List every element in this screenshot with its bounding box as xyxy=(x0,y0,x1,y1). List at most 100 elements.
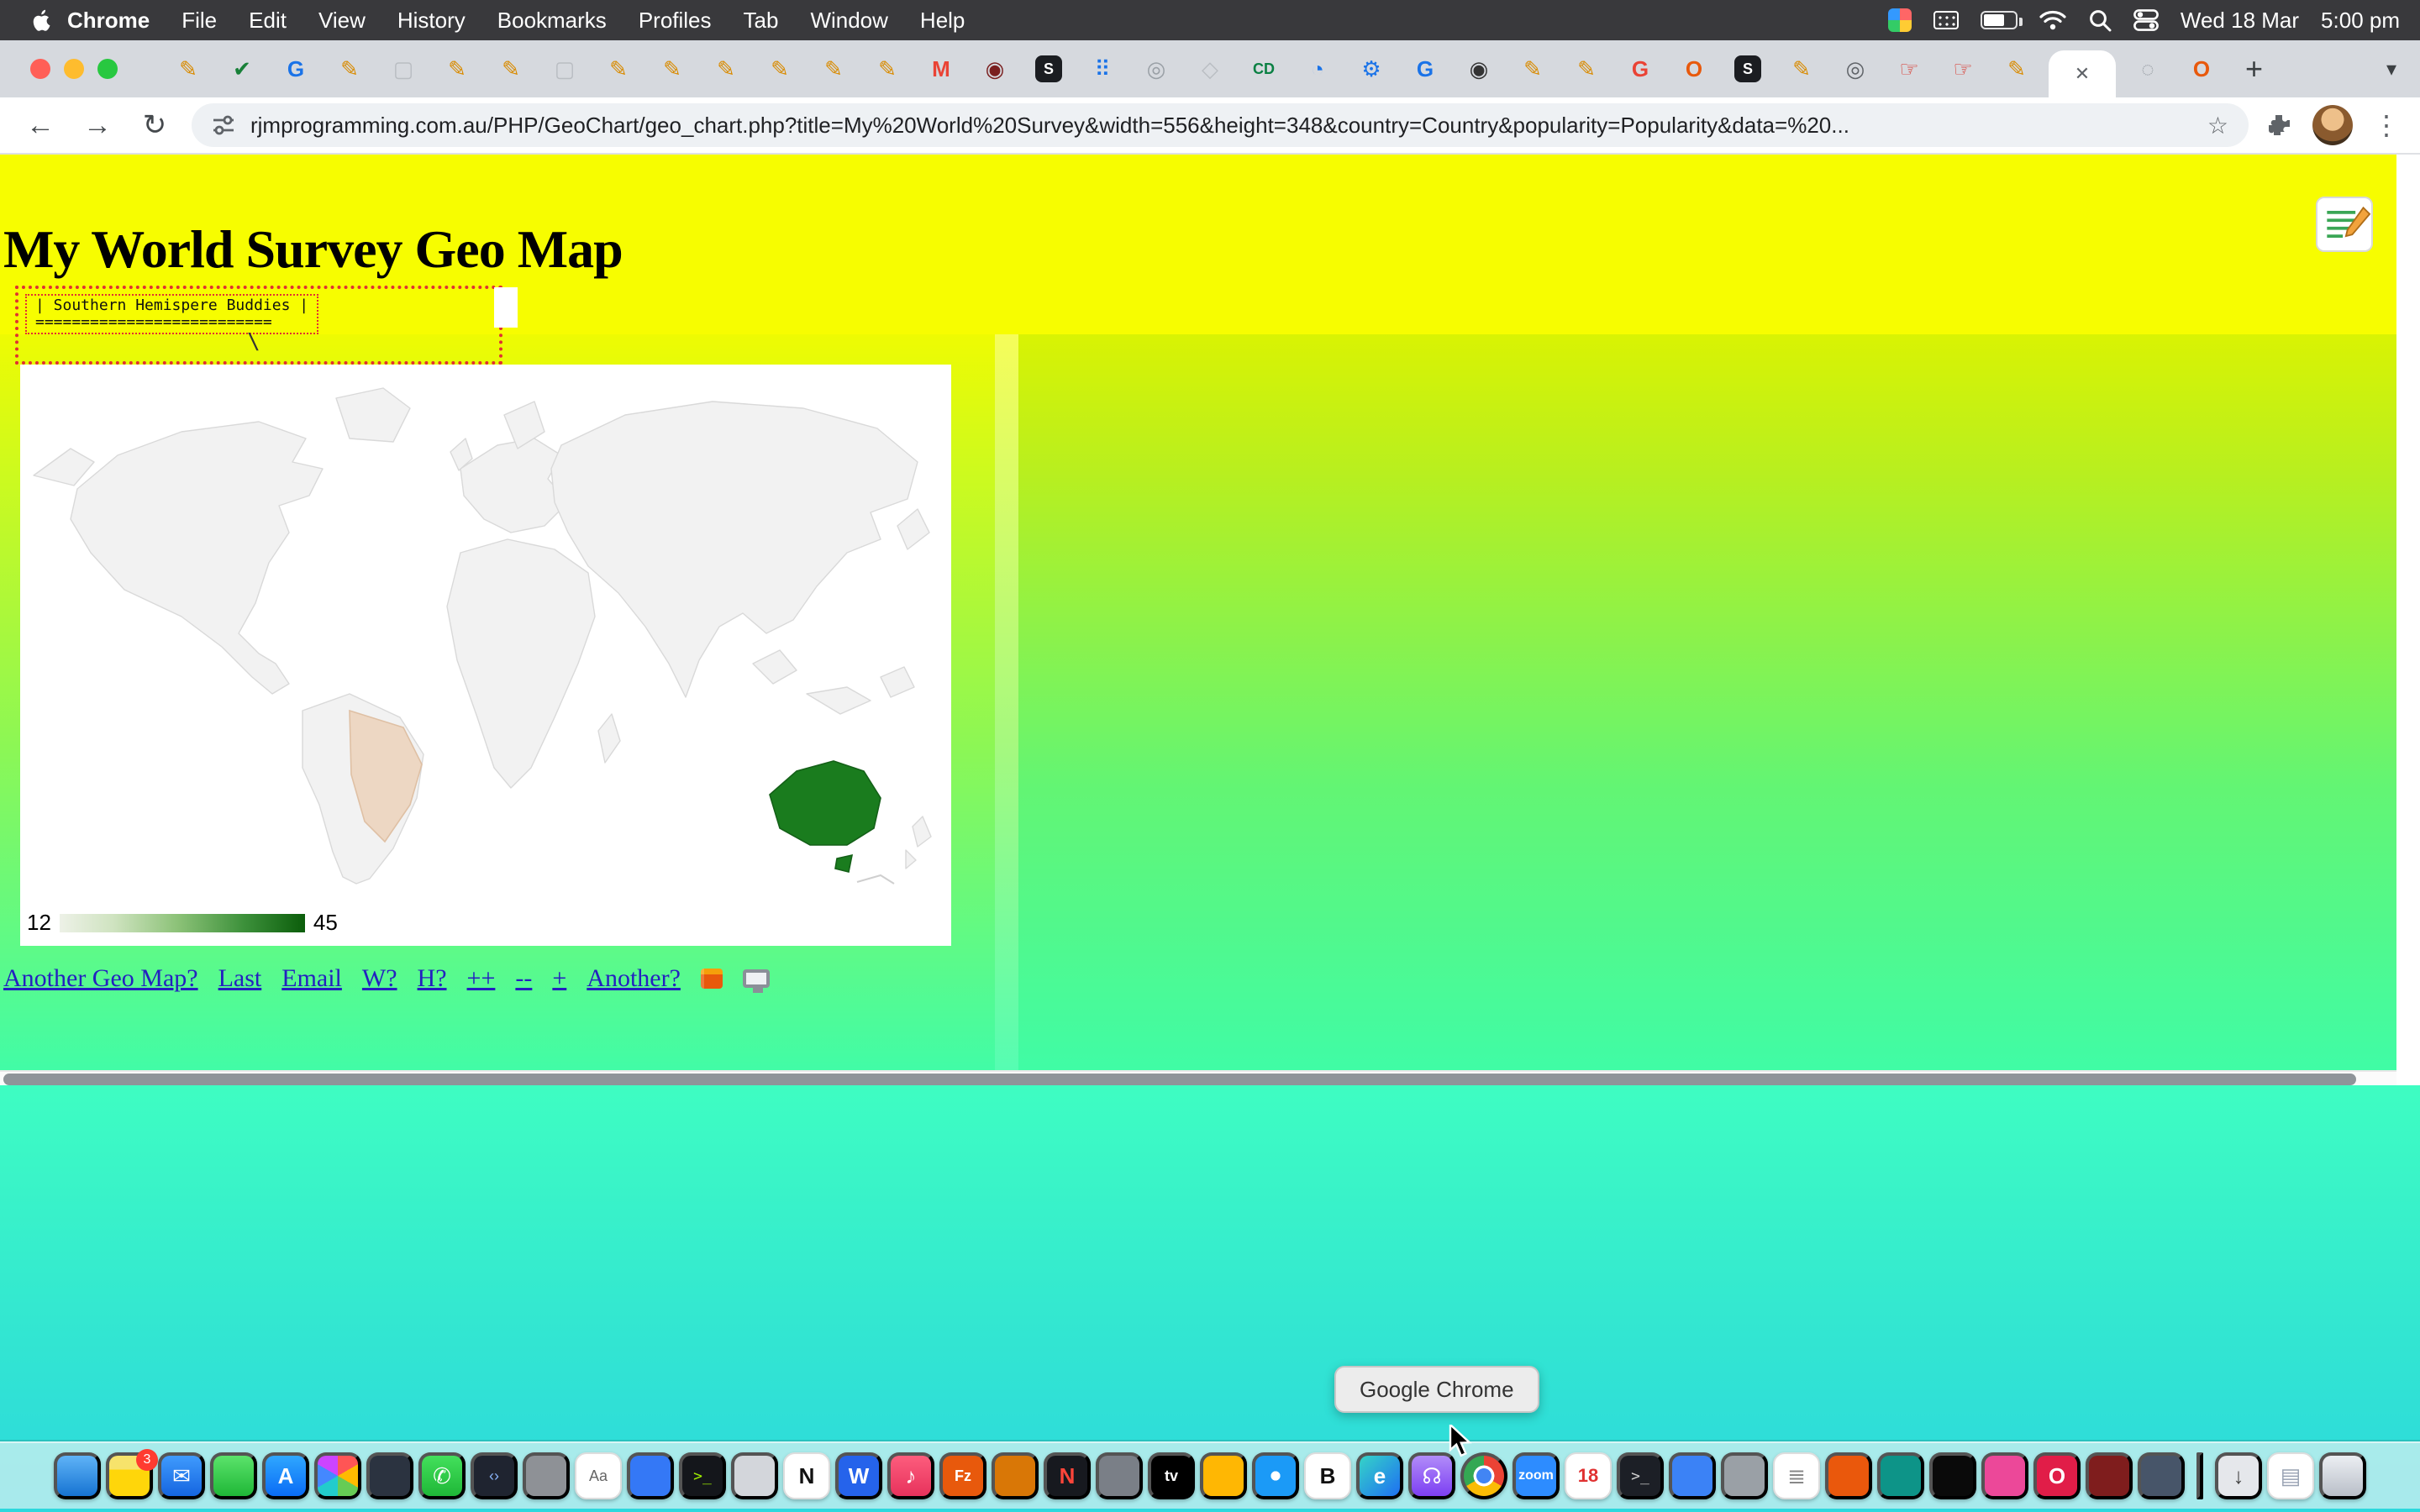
menu-item[interactable]: Bookmarks xyxy=(497,8,607,34)
extensions-puzzle-icon[interactable] xyxy=(2265,112,2292,139)
browser-tab[interactable]: ✔ xyxy=(215,40,269,97)
dock-icon[interactable]: ♪ xyxy=(887,1452,934,1499)
browser-tab[interactable]: O xyxy=(2175,40,2228,97)
battery-icon[interactable] xyxy=(1981,11,2018,29)
dock-icon[interactable] xyxy=(1460,1452,1507,1499)
dock-icon[interactable] xyxy=(523,1452,570,1499)
site-info-tune-icon[interactable] xyxy=(212,113,235,137)
dock-icon[interactable] xyxy=(2086,1452,2133,1499)
dock-icon[interactable]: Fz xyxy=(939,1452,986,1499)
dock-icon[interactable] xyxy=(1252,1452,1299,1499)
page-link[interactable]: -- xyxy=(515,964,532,993)
control-center-icon[interactable] xyxy=(2133,9,2159,31)
browser-tab[interactable]: G xyxy=(269,40,323,97)
dock-icon[interactable]: B xyxy=(1304,1452,1351,1499)
browser-tab[interactable]: ☞ xyxy=(1936,40,1990,97)
dock-icon[interactable] xyxy=(2138,1452,2185,1499)
dock-icon[interactable]: N xyxy=(783,1452,830,1499)
url-text[interactable]: rjmprogramming.com.au/PHP/GeoChart/geo_c… xyxy=(250,113,2192,139)
bookmark-star-icon[interactable]: ☆ xyxy=(2207,112,2228,139)
menubar-app-icon[interactable] xyxy=(1888,8,1912,32)
dock-icon[interactable]: 18 xyxy=(1565,1452,1612,1499)
browser-tab[interactable]: ◉ xyxy=(1452,40,1506,97)
browser-tab[interactable]: ✎ xyxy=(645,40,699,97)
dock-icon[interactable]: ✆ xyxy=(418,1452,466,1499)
memo-note-icon[interactable] xyxy=(2316,197,2373,252)
monitor-icon[interactable] xyxy=(743,969,770,988)
browser-tab[interactable]: ✎ xyxy=(161,40,215,97)
country-tasmania[interactable] xyxy=(835,855,852,872)
page-link[interactable]: Email xyxy=(281,964,342,993)
dock-icon[interactable] xyxy=(731,1452,778,1499)
dock-icon[interactable] xyxy=(1669,1452,1716,1499)
page-link[interactable]: Another? xyxy=(587,964,681,993)
forward-button[interactable]: → xyxy=(77,109,118,142)
dock-icon[interactable]: zoom xyxy=(1512,1452,1560,1499)
browser-tab[interactable]: ✎ xyxy=(430,40,484,97)
dock-icon[interactable]: 3 xyxy=(106,1452,153,1499)
new-tab-button[interactable]: + xyxy=(2245,51,2263,87)
dock-icon[interactable]: A xyxy=(262,1452,309,1499)
browser-tab[interactable]: M xyxy=(914,40,968,97)
dock-icon[interactable]: ☊ xyxy=(1408,1452,1455,1499)
dock-icon[interactable]: ↓ xyxy=(2215,1452,2262,1499)
dock-icon[interactable]: ‹› xyxy=(471,1452,518,1499)
menu-item[interactable]: Window xyxy=(810,8,887,34)
menubar-date[interactable]: Wed 18 Mar xyxy=(2181,8,2299,34)
browser-tab[interactable]: ◔ xyxy=(1291,40,1344,97)
browser-tab[interactable]: ✎ xyxy=(1560,40,1613,97)
dock-icon[interactable]: >_ xyxy=(679,1452,726,1499)
browser-tab[interactable]: S xyxy=(1721,40,1775,97)
dock-icon[interactable] xyxy=(366,1452,413,1499)
dock-icon[interactable] xyxy=(54,1452,101,1499)
dock-icon[interactable] xyxy=(1981,1452,2028,1499)
browser-tab[interactable]: ✎ xyxy=(807,40,860,97)
browser-tab[interactable]: G xyxy=(1613,40,1667,97)
dock-icon[interactable]: ▤ xyxy=(2267,1452,2314,1499)
reload-button[interactable]: ↻ xyxy=(134,108,175,142)
dock-icon[interactable] xyxy=(2319,1452,2366,1499)
menu-item[interactable]: History xyxy=(397,8,466,34)
browser-tab[interactable]: ⠿ xyxy=(1076,40,1129,97)
page-link[interactable]: Another Geo Map? xyxy=(3,964,198,993)
apple-logo-icon[interactable] xyxy=(30,8,54,32)
dock-icon[interactable] xyxy=(314,1452,361,1499)
menu-item[interactable]: View xyxy=(318,8,366,34)
horizontal-scrollbar-thumb[interactable] xyxy=(3,1074,2356,1085)
menu-item[interactable]: Help xyxy=(920,8,965,34)
browser-tab[interactable]: CD xyxy=(1237,40,1291,97)
dock-icon[interactable] xyxy=(1929,1452,1976,1499)
browser-tab[interactable]: ▢ xyxy=(376,40,430,97)
dock-icon[interactable] xyxy=(210,1452,257,1499)
page-link[interactable]: ++ xyxy=(467,964,496,993)
vertical-scrollbar-gutter[interactable] xyxy=(2396,155,2420,1085)
browser-tab[interactable]: ✎ xyxy=(1506,40,1560,97)
dock-icon[interactable] xyxy=(1825,1452,1872,1499)
browser-tab[interactable]: ☞ xyxy=(1882,40,1936,97)
dock-icon[interactable] xyxy=(1721,1452,1768,1499)
dock-icon[interactable] xyxy=(1200,1452,1247,1499)
menu-item[interactable]: Profiles xyxy=(639,8,712,34)
dock-icon[interactable]: ✉ xyxy=(158,1452,205,1499)
active-tab[interactable]: ✕ xyxy=(2049,50,2116,97)
dock-icon[interactable] xyxy=(1096,1452,1143,1499)
profile-avatar[interactable] xyxy=(2312,105,2353,145)
menu-item[interactable]: Chrome xyxy=(67,8,150,34)
window-close-button[interactable] xyxy=(30,59,50,79)
book-icon[interactable] xyxy=(701,969,723,989)
browser-tab[interactable]: ◌ xyxy=(2121,40,2175,97)
menu-item[interactable]: File xyxy=(182,8,217,34)
tab-overflow-chevron-icon[interactable]: ▾ xyxy=(2386,40,2396,97)
browser-tab[interactable]: ◇ xyxy=(1183,40,1237,97)
window-zoom-button[interactable] xyxy=(97,59,118,79)
dock-icon[interactable]: O xyxy=(2033,1452,2081,1499)
browser-tab[interactable]: S xyxy=(1022,40,1076,97)
browser-tab[interactable]: ◎ xyxy=(1129,40,1183,97)
browser-tab[interactable]: ✎ xyxy=(699,40,753,97)
menu-item[interactable]: Edit xyxy=(249,8,287,34)
dock-icon[interactable]: N xyxy=(1044,1452,1091,1499)
page-link[interactable]: Last xyxy=(218,964,262,993)
page-link[interactable]: H? xyxy=(418,964,447,993)
dock-icon[interactable] xyxy=(627,1452,674,1499)
browser-tab[interactable]: ✎ xyxy=(860,40,914,97)
